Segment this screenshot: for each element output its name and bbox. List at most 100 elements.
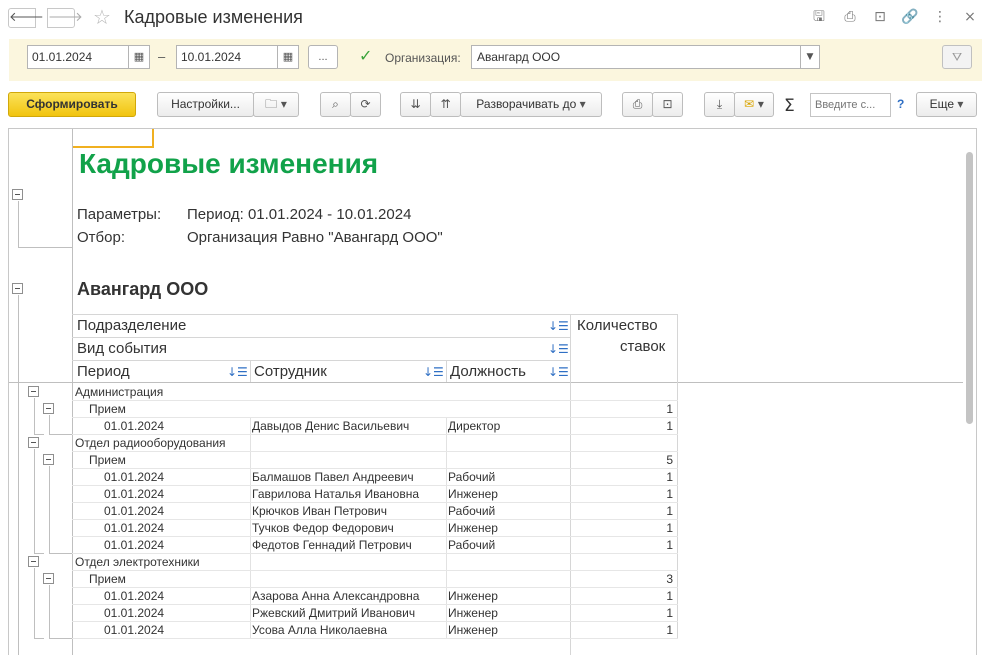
search-input[interactable] xyxy=(810,93,891,117)
help-button[interactable]: ? xyxy=(897,97,904,111)
employee-cell[interactable]: Давыдов Денис Васильевич xyxy=(252,418,409,434)
position-cell[interactable]: Рабочий xyxy=(448,469,495,485)
qty-cell[interactable]: 1 xyxy=(573,418,673,434)
position-cell[interactable]: Инженер xyxy=(448,486,498,502)
position-cell[interactable]: Инженер xyxy=(448,588,498,604)
collapse-event-icon[interactable] xyxy=(43,573,54,584)
position-cell[interactable]: Инженер xyxy=(448,605,498,621)
header-employee[interactable]: Сотрудник xyxy=(254,363,327,380)
employee-cell[interactable]: Ржевский Дмитрий Иванович xyxy=(252,605,415,621)
sum-sigma-icon[interactable]: Σ xyxy=(784,96,795,116)
qty-cell[interactable]: 1 xyxy=(573,588,673,604)
send-email-button[interactable]: ✉ ▾ xyxy=(734,92,774,117)
expand-to-button[interactable]: Разворачивать до ▾ xyxy=(460,92,602,117)
date-cell[interactable]: 01.01.2024 xyxy=(104,588,164,604)
qty-cell[interactable]: 1 xyxy=(573,486,673,502)
qty-cell[interactable]: 1 xyxy=(573,520,673,536)
employee-cell[interactable]: Усова Алла Николаевна xyxy=(252,622,387,638)
date-cell[interactable]: 01.01.2024 xyxy=(104,520,164,536)
position-cell[interactable]: Инженер xyxy=(448,622,498,638)
employee-cell[interactable]: Федотов Геннадий Петрович xyxy=(252,537,412,553)
collapse-event-icon[interactable] xyxy=(43,403,54,414)
expand-all-button[interactable]: ⇊ xyxy=(400,92,431,117)
print-button[interactable]: ⎙ xyxy=(622,92,653,117)
link-icon[interactable]: 🔗 xyxy=(901,8,919,26)
preview-icon[interactable]: ⊡ xyxy=(871,8,889,26)
header-department[interactable]: Подразделение xyxy=(77,317,186,334)
header-position[interactable]: Должность xyxy=(450,363,526,380)
qty-cell[interactable]: 1 xyxy=(573,503,673,519)
save-icon[interactable]: 🖫 xyxy=(810,8,828,26)
collapse-all-button[interactable]: ⇈ xyxy=(430,92,461,117)
event-qty-cell[interactable]: 3 xyxy=(573,571,673,587)
sort-icon[interactable]: ↓☰ xyxy=(423,365,444,379)
collapse-event-icon[interactable] xyxy=(43,454,54,465)
department-cell[interactable]: Отдел электротехники xyxy=(75,554,200,570)
event-qty-cell[interactable]: 1 xyxy=(573,401,673,417)
employee-cell[interactable]: Крючков Иван Петрович xyxy=(252,503,387,519)
filter-funnel-icon[interactable]: ⛛ xyxy=(942,45,972,69)
find-button[interactable]: ⌕ xyxy=(320,92,351,117)
header-period[interactable]: Период xyxy=(77,363,130,380)
employee-cell[interactable]: Гаврилова Наталья Ивановна xyxy=(252,486,419,502)
save-file-button[interactable]: ⤓ xyxy=(704,92,735,117)
department-cell[interactable]: Администрация xyxy=(75,384,163,400)
calendar-from-icon[interactable]: ▦ xyxy=(128,45,150,69)
find-next-button[interactable]: ⟳ xyxy=(350,92,381,117)
calendar-to-icon[interactable]: ▦ xyxy=(277,45,299,69)
header-qty-line1[interactable]: Количество xyxy=(577,317,658,334)
favorite-star-icon[interactable]: ☆ xyxy=(93,7,111,27)
scrollbar-thumb[interactable] xyxy=(966,152,973,424)
chevron-down-icon[interactable]: ▼ xyxy=(800,45,820,69)
event-qty-cell[interactable]: 5 xyxy=(573,452,673,468)
print-preview-button[interactable]: ⊡ xyxy=(652,92,683,117)
event-cell[interactable]: Прием xyxy=(89,452,126,468)
collapse-dept-icon[interactable] xyxy=(28,386,39,397)
date-cell[interactable]: 01.01.2024 xyxy=(104,469,164,485)
sort-icon[interactable]: ↓☰ xyxy=(548,365,569,379)
date-cell[interactable]: 01.01.2024 xyxy=(104,503,164,519)
date-cell[interactable]: 01.01.2024 xyxy=(104,418,164,434)
date-from-input[interactable] xyxy=(27,45,129,69)
event-cell[interactable]: Прием xyxy=(89,571,126,587)
sort-icon[interactable]: ↓☰ xyxy=(548,342,569,356)
position-cell[interactable]: Инженер xyxy=(448,520,498,536)
department-cell[interactable]: Отдел радиооборудования xyxy=(75,435,226,451)
collapse-dept-icon[interactable] xyxy=(28,556,39,567)
date-cell[interactable]: 01.01.2024 xyxy=(104,605,164,621)
date-cell[interactable]: 01.01.2024 xyxy=(104,622,164,638)
date-cell[interactable]: 01.01.2024 xyxy=(104,486,164,502)
employee-cell[interactable]: Тучков Федор Федорович xyxy=(252,520,394,536)
close-icon[interactable]: × xyxy=(961,8,979,26)
qty-cell[interactable]: 1 xyxy=(573,469,673,485)
forward-button[interactable]: 🡒 xyxy=(47,8,83,28)
variant-menu-button[interactable]: 🗀 ▾ xyxy=(253,92,299,117)
qty-cell[interactable]: 1 xyxy=(573,605,673,621)
back-button[interactable]: 🡐 xyxy=(8,8,44,28)
date-cell[interactable]: 01.01.2024 xyxy=(104,537,164,553)
header-qty-line2[interactable]: ставок xyxy=(620,338,665,355)
sort-icon[interactable]: ↓☰ xyxy=(227,365,248,379)
org-input[interactable] xyxy=(471,45,801,69)
collapse-header-icon[interactable] xyxy=(12,189,23,200)
generate-button[interactable]: Сформировать xyxy=(8,92,136,117)
settings-button[interactable]: Настройки... xyxy=(157,92,254,117)
position-cell[interactable]: Рабочий xyxy=(448,503,495,519)
position-cell[interactable]: Рабочий xyxy=(448,537,495,553)
employee-cell[interactable]: Балмашов Павел Андреевич xyxy=(252,469,414,485)
report-spreadsheet[interactable]: Кадровые изменения Параметры: Период: 01… xyxy=(8,128,977,655)
more-button[interactable]: Еще ▾ xyxy=(916,92,977,117)
period-select-button[interactable]: ... xyxy=(308,45,338,69)
event-cell[interactable]: Прием xyxy=(89,401,126,417)
more-vert-icon[interactable]: ⋮ xyxy=(931,8,949,26)
org-checkbox-check-icon[interactable]: ✓ xyxy=(359,48,374,64)
sort-icon[interactable]: ↓☰ xyxy=(548,319,569,333)
collapse-org-icon[interactable] xyxy=(12,283,23,294)
date-to-input[interactable] xyxy=(176,45,278,69)
qty-cell[interactable]: 1 xyxy=(573,537,673,553)
qty-cell[interactable]: 1 xyxy=(573,622,673,638)
employee-cell[interactable]: Азарова Анна Александровна xyxy=(252,588,419,604)
collapse-dept-icon[interactable] xyxy=(28,437,39,448)
print-icon[interactable]: ⎙ xyxy=(841,8,859,26)
position-cell[interactable]: Директор xyxy=(448,418,500,434)
